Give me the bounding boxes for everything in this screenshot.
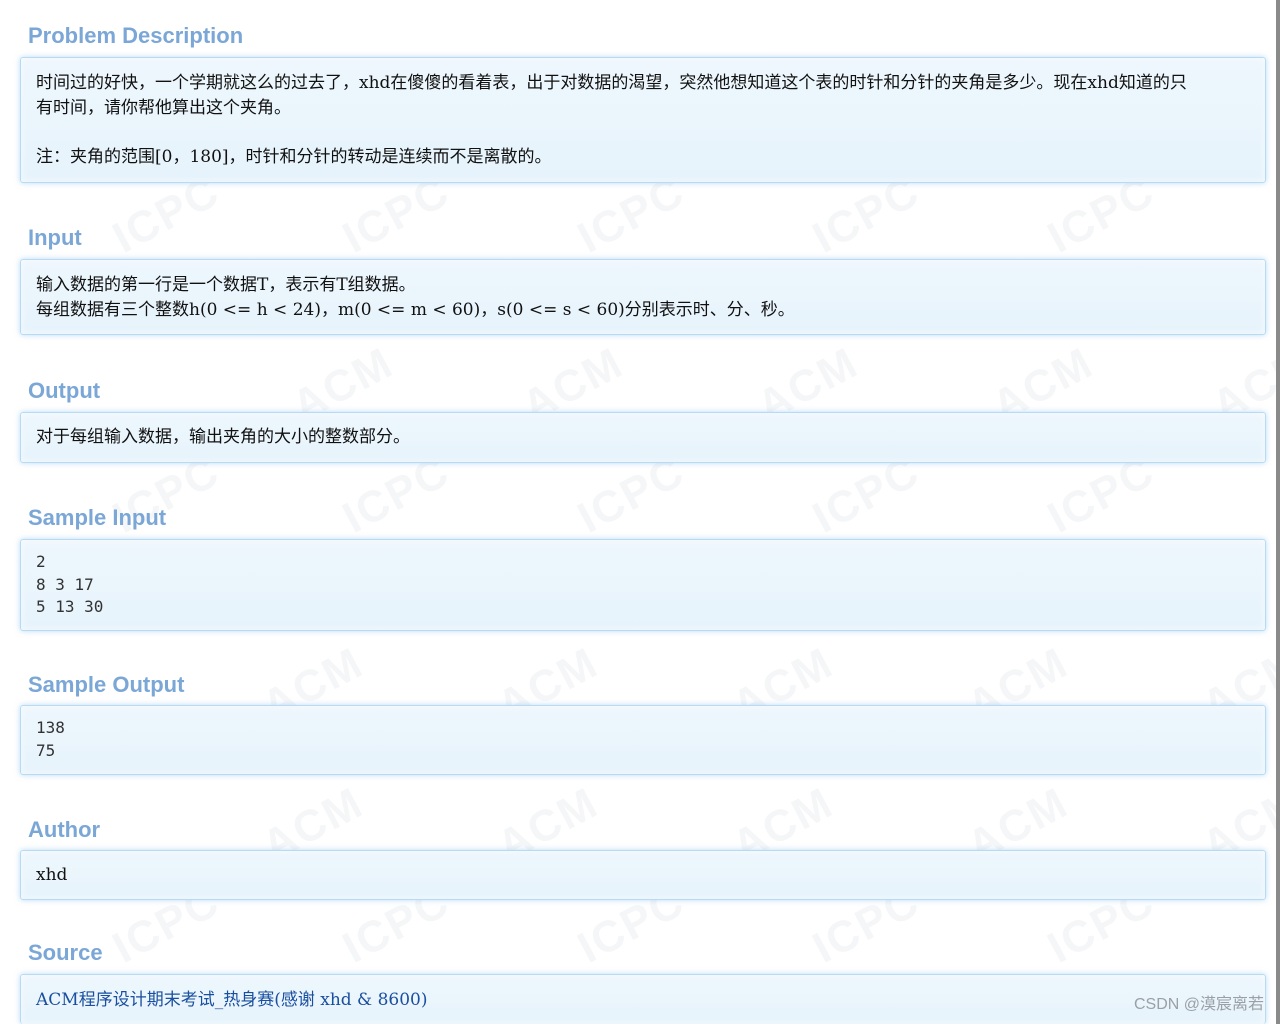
sample-input-panel: 2 8 3 17 5 13 30 xyxy=(20,539,1266,631)
problem-description-panel: 时间过的好快，一个学期就这么的过去了，xhd在傻傻的看着表，出于对数据的渴望，突… xyxy=(20,57,1266,183)
sample-input-line: 2 xyxy=(36,552,46,571)
problem-description-note: 注：夹角的范围[0，180]，时针和分针的转动是连续而不是离散的。 xyxy=(36,147,552,167)
sample-output-title: Sample Output xyxy=(28,672,185,697)
author-panel: xhd xyxy=(20,850,1266,900)
source-title: Source xyxy=(28,940,103,965)
problem-description-title: Problem Description xyxy=(28,23,244,48)
vertical-scrollbar[interactable] xyxy=(1276,0,1280,1024)
input-line-2: 每组数据有三个整数h(0 <= h < 24)，m(0 <= m < 60)，s… xyxy=(36,300,795,320)
author-value: xhd xyxy=(36,865,68,885)
sample-input-line: 5 13 30 xyxy=(36,597,104,616)
source-link[interactable]: ACM程序设计期末考试_热身赛(感谢 xhd & 8600) xyxy=(36,990,427,1010)
output-panel: 对于每组输入数据，输出夹角的大小的整数部分。 xyxy=(20,412,1266,463)
input-title: Input xyxy=(28,225,82,250)
input-panel: 输入数据的第一行是一个数据T，表示有T组数据。 每组数据有三个整数h(0 <= … xyxy=(20,259,1266,335)
author-title: Author xyxy=(28,817,101,842)
sample-output-line: 138 xyxy=(36,718,65,737)
sample-output-line: 75 xyxy=(36,740,56,760)
sample-input-line: 8 3 17 xyxy=(36,574,94,594)
sample-output-panel: 138 75 xyxy=(20,705,1266,775)
problem-description-line-2: 有时间，请你帮他算出这个夹角。 xyxy=(36,98,291,118)
source-panel: ACM程序设计期末考试_热身赛(感谢 xhd & 8600) xyxy=(20,974,1266,1024)
output-line-1: 对于每组输入数据，输出夹角的大小的整数部分。 xyxy=(36,427,410,447)
sample-input-title: Sample Input xyxy=(28,505,167,530)
input-line-1: 输入数据的第一行是一个数据T，表示有T组数据。 xyxy=(36,275,416,295)
problem-description-line-1: 时间过的好快，一个学期就这么的过去了，xhd在傻傻的看着表，出于对数据的渴望，突… xyxy=(36,73,1187,93)
csdn-watermark: CSDN @漠宸离若 xyxy=(1133,996,1264,1013)
output-title: Output xyxy=(28,378,101,403)
